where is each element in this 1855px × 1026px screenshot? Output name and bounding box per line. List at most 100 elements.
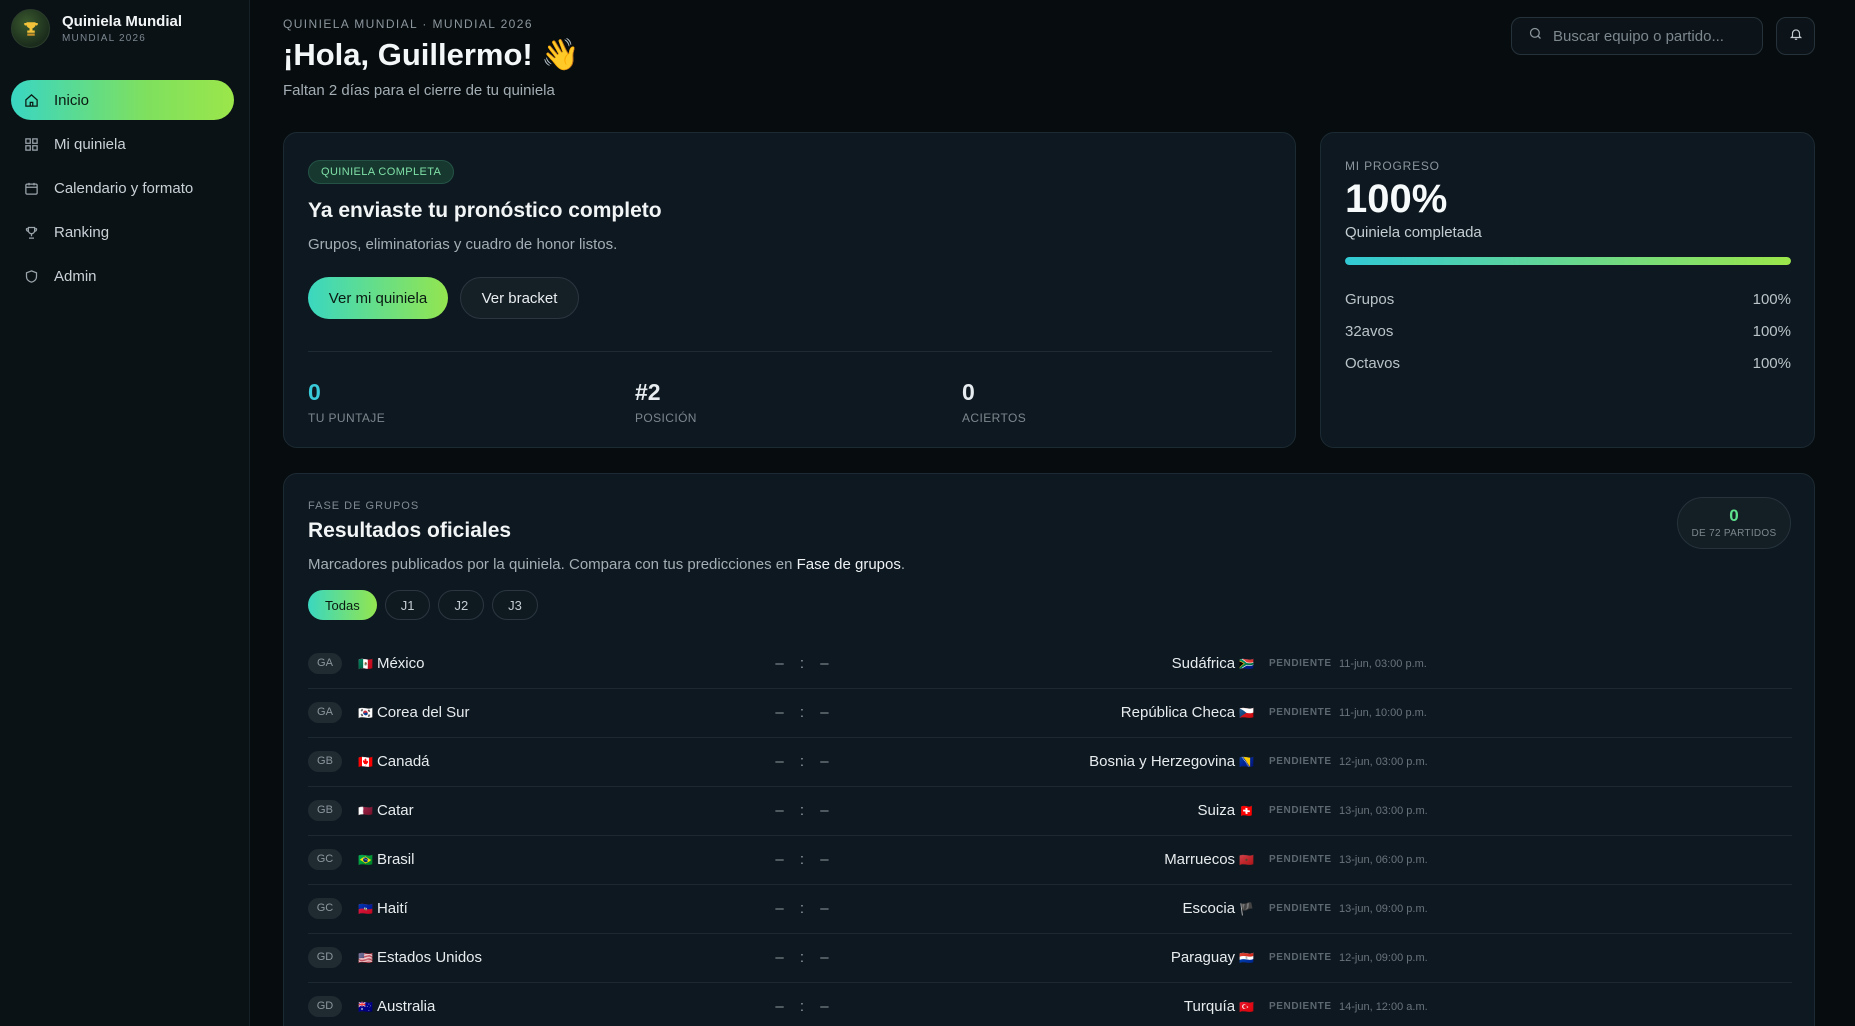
home-team: 🇨🇦 Canadá (354, 753, 430, 770)
progress-bar (1345, 257, 1791, 265)
match-datetime: 14-jun, 12:00 a.m. (1339, 1001, 1428, 1013)
away-flag-icon: 🇵🇾 (1239, 950, 1254, 965)
search-icon (1528, 26, 1543, 46)
progress-row-value: 100% (1752, 323, 1791, 340)
quiniela-status-card: QUINIELA COMPLETA Ya enviaste tu pronóst… (283, 132, 1296, 448)
grid-icon (23, 136, 39, 152)
match-list: GA 🇲🇽 México – : – Sudáfrica 🇿🇦 PENDIENTE 11-ju… (308, 640, 1792, 1026)
nav-label: Admin (54, 267, 97, 285)
home-team-name: Haití (376, 900, 408, 917)
score: – : – (775, 704, 835, 721)
group-stage-link[interactable]: Fase de grupos (797, 556, 901, 573)
stat-value: #2 (635, 379, 661, 405)
page-title: ¡Hola, Guillermo! 👋 (283, 37, 580, 72)
search-box[interactable] (1511, 17, 1763, 55)
away-team: República Checa 🇨🇿 (1121, 704, 1258, 721)
notifications-button[interactable] (1776, 17, 1815, 55)
match-status: PENDIENTE (1269, 658, 1332, 669)
away-team-name: República Checa (1120, 704, 1236, 721)
group-badge: GA (308, 653, 342, 674)
nav-label: Calendario y formato (54, 179, 194, 197)
score: – : – (775, 802, 835, 819)
header-eyebrow: QUINIELA MUNDIAL · MUNDIAL 2026 (283, 17, 533, 31)
filter-j3[interactable]: J3 (492, 590, 538, 620)
nav-item-inicio[interactable]: Inicio (11, 80, 234, 120)
away-team: Marruecos 🇲🇦 (1164, 851, 1258, 868)
group-badge: GB (308, 751, 342, 772)
filter-j2[interactable]: J2 (438, 590, 485, 620)
stat-label: POSICIÓN (635, 411, 697, 425)
away-team: Sudáfrica 🇿🇦 (1172, 655, 1258, 672)
match-datetime: 13-jun, 06:00 p.m. (1339, 854, 1428, 866)
home-team-name: Brasil (376, 851, 415, 868)
score: – : – (775, 753, 835, 770)
match-row[interactable]: GB 🇶🇦 Catar – : – Suiza 🇨🇭 PENDIENTE 13-jun, 03… (308, 787, 1792, 836)
home-team: 🇰🇷 Corea del Sur (354, 704, 470, 721)
brand-subtitle: MUNDIAL 2026 (62, 33, 147, 44)
home-flag-icon: 🇨🇦 (358, 754, 373, 769)
home-team: 🇭🇹 Haití (354, 900, 408, 917)
group-badge: GD (308, 947, 342, 968)
divider (308, 351, 1272, 352)
page-subtitle: Faltan 2 días para el cierre de tu quini… (283, 82, 555, 99)
main-nav: Inicio Mi quiniela Calendario y formato … (11, 80, 234, 300)
score: – : – (775, 900, 835, 917)
progress-eyebrow: MI PROGRESO (1345, 159, 1440, 173)
view-quiniela-button[interactable]: Ver mi quiniela (308, 277, 448, 319)
match-row[interactable]: GC 🇭🇹 Haití – : – Escocia 🏴 PENDIENTE 13-jun, 0… (308, 885, 1792, 934)
stat-value: 0 (308, 379, 321, 405)
match-row[interactable]: GC 🇧🇷 Brasil – : – Marruecos 🇲🇦 PENDIENTE 13-ju… (308, 836, 1792, 885)
progress-card: MI PROGRESO 100% Quiniela completada Gru… (1320, 132, 1815, 448)
group-badge: GD (308, 996, 342, 1017)
match-datetime: 13-jun, 09:00 p.m. (1339, 903, 1428, 915)
filter-todas[interactable]: Todas (308, 590, 377, 620)
match-status: PENDIENTE (1269, 1001, 1332, 1012)
match-datetime: 11-jun, 03:00 p.m. (1339, 658, 1427, 670)
progress-row-value: 100% (1752, 291, 1791, 308)
match-row[interactable]: GD 🇺🇸 Estados Unidos – : – Paraguay 🇵🇾 PENDIEN… (308, 934, 1792, 983)
match-row[interactable]: GD 🇦🇺 Australia – : – Turquía 🇹🇷 PENDIENTE 14-j… (308, 983, 1792, 1026)
nav-item-mi-quiniela[interactable]: Mi quiniela (11, 124, 234, 164)
home-flag-icon: 🇶🇦 (358, 803, 373, 818)
match-datetime: 12-jun, 09:00 p.m. (1339, 952, 1428, 964)
match-status: PENDIENTE (1269, 854, 1332, 865)
hero-title: Ya enviaste tu pronóstico completo (308, 199, 662, 222)
away-team-name: Suiza (1197, 802, 1236, 819)
stat-hits: 0 ACIERTOS (962, 379, 1026, 425)
nav-label: Ranking (54, 223, 110, 241)
progress-value: 100% (1345, 177, 1448, 221)
group-badge: GC (308, 898, 342, 919)
match-status: PENDIENTE (1269, 756, 1332, 767)
nav-item-admin[interactable]: Admin (11, 256, 234, 296)
progress-row-name: 32avos (1345, 323, 1394, 340)
brand-title: Quiniela Mundial (62, 13, 183, 30)
filter-j1[interactable]: J1 (384, 590, 431, 620)
progress-row-octavos: Octavos 100% (1345, 355, 1791, 372)
away-team-name: Paraguay (1170, 949, 1236, 966)
progress-row-value: 100% (1752, 355, 1791, 372)
progress-row-32avos: 32avos 100% (1345, 323, 1791, 340)
match-row[interactable]: GB 🇨🇦 Canadá – : – Bosnia y Herzegovina 🇧🇦 PEN… (308, 738, 1792, 787)
group-badge: GA (308, 702, 342, 723)
counter-label: DE 72 PARTIDOS (1691, 528, 1777, 539)
results-subtitle: Marcadores publicados por la quiniela. C… (308, 556, 905, 573)
counter-value: 0 (1729, 506, 1739, 525)
score: – : – (775, 655, 835, 672)
status-badge: QUINIELA COMPLETA (308, 160, 455, 184)
trophy-icon (23, 224, 39, 240)
brand[interactable]: Quiniela Mundial MUNDIAL 2026 (11, 9, 182, 48)
nav-item-ranking[interactable]: Ranking (11, 212, 234, 252)
match-status: PENDIENTE (1269, 805, 1332, 816)
match-row[interactable]: GA 🇰🇷 Corea del Sur – : – República Checa 🇨🇿 P… (308, 689, 1792, 738)
match-status: PENDIENTE (1269, 952, 1332, 963)
nav-item-calendario[interactable]: Calendario y formato (11, 168, 234, 208)
home-team-name: Estados Unidos (376, 949, 483, 966)
match-datetime: 13-jun, 03:00 p.m. (1339, 805, 1428, 817)
search-input[interactable] (1553, 27, 1753, 45)
view-bracket-button[interactable]: Ver bracket (460, 277, 579, 319)
shield-icon (23, 268, 39, 284)
home-icon (23, 92, 39, 108)
nav-label: Inicio (54, 91, 90, 109)
home-team-name: Canadá (376, 753, 430, 770)
match-row[interactable]: GA 🇲🇽 México – : – Sudáfrica 🇿🇦 PENDIENTE 11-ju… (308, 640, 1792, 689)
